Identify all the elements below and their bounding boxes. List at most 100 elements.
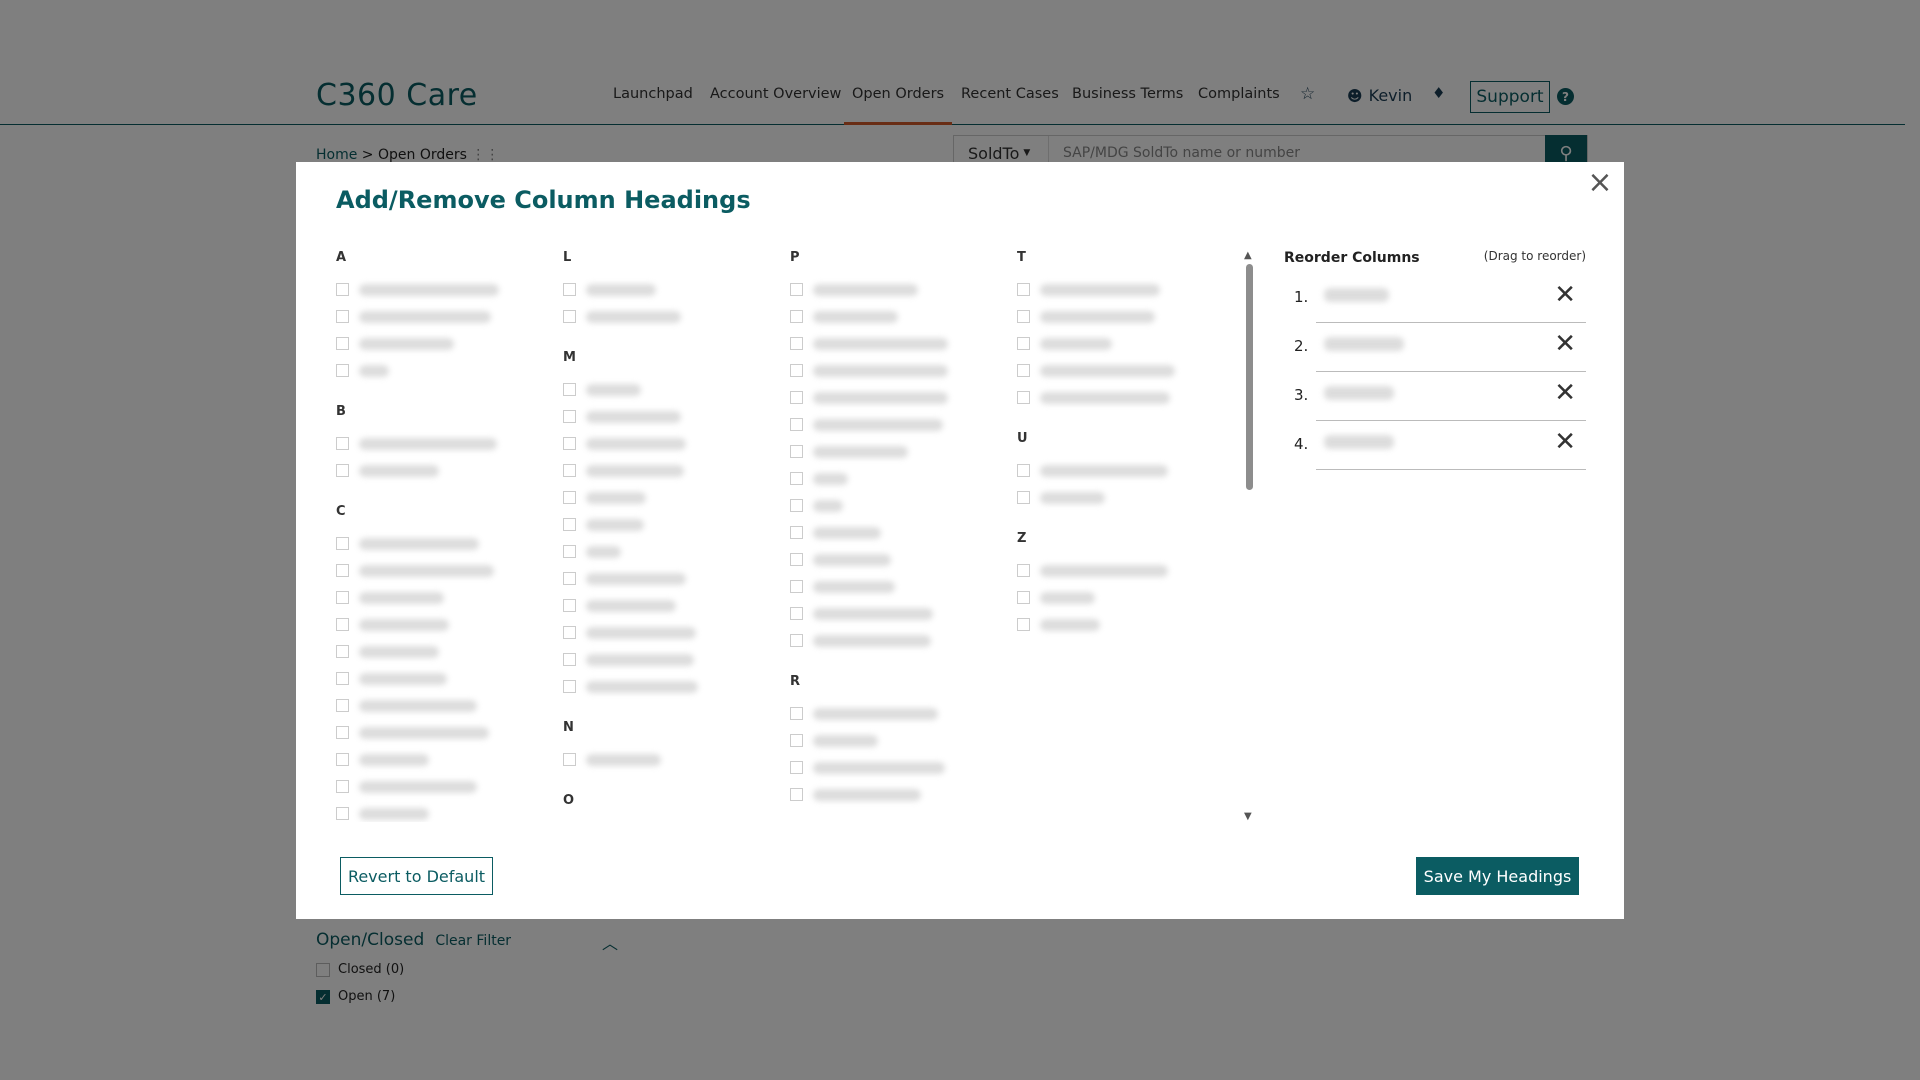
column-option[interactable] xyxy=(1017,584,1227,611)
column-option[interactable] xyxy=(1017,303,1227,330)
column-option[interactable] xyxy=(790,438,1000,465)
option-checkbox[interactable] xyxy=(1017,391,1030,404)
column-option[interactable] xyxy=(790,492,1000,519)
column-option[interactable] xyxy=(563,457,773,484)
column-option[interactable] xyxy=(790,357,1000,384)
column-option[interactable] xyxy=(1017,357,1227,384)
option-checkbox[interactable] xyxy=(790,707,803,720)
reorder-item[interactable]: 4. ✕ xyxy=(1284,421,1586,470)
column-option[interactable] xyxy=(563,565,773,592)
column-option[interactable] xyxy=(336,584,546,611)
column-option[interactable] xyxy=(563,646,773,673)
column-option[interactable] xyxy=(563,430,773,457)
option-checkbox[interactable] xyxy=(563,437,576,450)
column-option[interactable] xyxy=(790,303,1000,330)
column-option[interactable] xyxy=(336,330,546,357)
option-checkbox[interactable] xyxy=(790,418,803,431)
option-checkbox[interactable] xyxy=(790,337,803,350)
column-option[interactable] xyxy=(790,465,1000,492)
option-checkbox[interactable] xyxy=(336,807,349,820)
scrollbar-thumb[interactable] xyxy=(1246,264,1253,490)
save-headings-button[interactable]: Save My Headings xyxy=(1416,857,1579,895)
option-checkbox[interactable] xyxy=(563,653,576,666)
option-checkbox[interactable] xyxy=(790,634,803,647)
option-checkbox[interactable] xyxy=(336,437,349,450)
column-option[interactable] xyxy=(336,457,546,484)
column-option[interactable] xyxy=(336,430,546,457)
column-option[interactable] xyxy=(563,538,773,565)
column-option[interactable] xyxy=(563,484,773,511)
option-checkbox[interactable] xyxy=(790,391,803,404)
remove-column-icon[interactable]: ✕ xyxy=(1554,331,1576,357)
option-checkbox[interactable] xyxy=(790,310,803,323)
reorder-item[interactable]: 2. ✕ xyxy=(1284,323,1586,372)
option-checkbox[interactable] xyxy=(790,445,803,458)
option-checkbox[interactable] xyxy=(563,491,576,504)
option-checkbox[interactable] xyxy=(563,599,576,612)
remove-column-icon[interactable]: ✕ xyxy=(1554,282,1576,308)
column-option[interactable] xyxy=(336,746,546,773)
scroll-up-icon[interactable]: ▲ xyxy=(1244,250,1252,261)
column-option[interactable] xyxy=(563,746,773,773)
option-checkbox[interactable] xyxy=(336,464,349,477)
column-option[interactable] xyxy=(336,303,546,330)
option-checkbox[interactable] xyxy=(563,518,576,531)
column-option[interactable] xyxy=(336,773,546,800)
column-option[interactable] xyxy=(1017,457,1227,484)
option-checkbox[interactable] xyxy=(790,499,803,512)
column-option[interactable] xyxy=(336,557,546,584)
column-option[interactable] xyxy=(563,511,773,538)
option-checkbox[interactable] xyxy=(336,364,349,377)
column-option[interactable] xyxy=(1017,330,1227,357)
scroll-down-icon[interactable]: ▼ xyxy=(1244,811,1252,822)
option-checkbox[interactable] xyxy=(1017,310,1030,323)
column-option[interactable] xyxy=(790,700,1000,727)
option-checkbox[interactable] xyxy=(336,699,349,712)
column-option[interactable] xyxy=(790,330,1000,357)
column-option[interactable] xyxy=(790,276,1000,303)
option-checkbox[interactable] xyxy=(336,618,349,631)
column-option[interactable] xyxy=(1017,276,1227,303)
option-checkbox[interactable] xyxy=(336,726,349,739)
option-checkbox[interactable] xyxy=(563,572,576,585)
column-option[interactable] xyxy=(1017,484,1227,511)
column-option[interactable] xyxy=(563,592,773,619)
option-checkbox[interactable] xyxy=(563,753,576,766)
column-option[interactable] xyxy=(336,800,546,822)
column-option[interactable] xyxy=(336,276,546,303)
option-checkbox[interactable] xyxy=(790,607,803,620)
option-checkbox[interactable] xyxy=(563,310,576,323)
column-option[interactable] xyxy=(336,611,546,638)
column-option[interactable] xyxy=(336,357,546,384)
column-option[interactable] xyxy=(563,673,773,700)
option-checkbox[interactable] xyxy=(336,591,349,604)
option-checkbox[interactable] xyxy=(790,472,803,485)
option-checkbox[interactable] xyxy=(563,410,576,423)
column-option[interactable] xyxy=(563,619,773,646)
option-checkbox[interactable] xyxy=(336,645,349,658)
column-option[interactable] xyxy=(563,303,773,330)
column-option[interactable] xyxy=(336,530,546,557)
option-checkbox[interactable] xyxy=(1017,491,1030,504)
remove-column-icon[interactable]: ✕ xyxy=(1554,380,1576,406)
column-option[interactable] xyxy=(1017,611,1227,638)
column-option[interactable] xyxy=(790,754,1000,781)
option-checkbox[interactable] xyxy=(563,545,576,558)
column-option[interactable] xyxy=(563,403,773,430)
column-option[interactable] xyxy=(790,727,1000,754)
column-option[interactable] xyxy=(790,781,1000,808)
option-checkbox[interactable] xyxy=(336,780,349,793)
option-checkbox[interactable] xyxy=(790,526,803,539)
column-option[interactable] xyxy=(790,411,1000,438)
column-option[interactable] xyxy=(563,376,773,403)
option-checkbox[interactable] xyxy=(563,680,576,693)
option-checkbox[interactable] xyxy=(1017,364,1030,377)
reorder-item[interactable]: 1. ✕ xyxy=(1284,274,1586,323)
option-checkbox[interactable] xyxy=(1017,618,1030,631)
column-option[interactable] xyxy=(563,276,773,303)
option-checkbox[interactable] xyxy=(336,310,349,323)
column-option[interactable] xyxy=(336,638,546,665)
option-checkbox[interactable] xyxy=(790,734,803,747)
option-checkbox[interactable] xyxy=(790,788,803,801)
option-checkbox[interactable] xyxy=(1017,591,1030,604)
